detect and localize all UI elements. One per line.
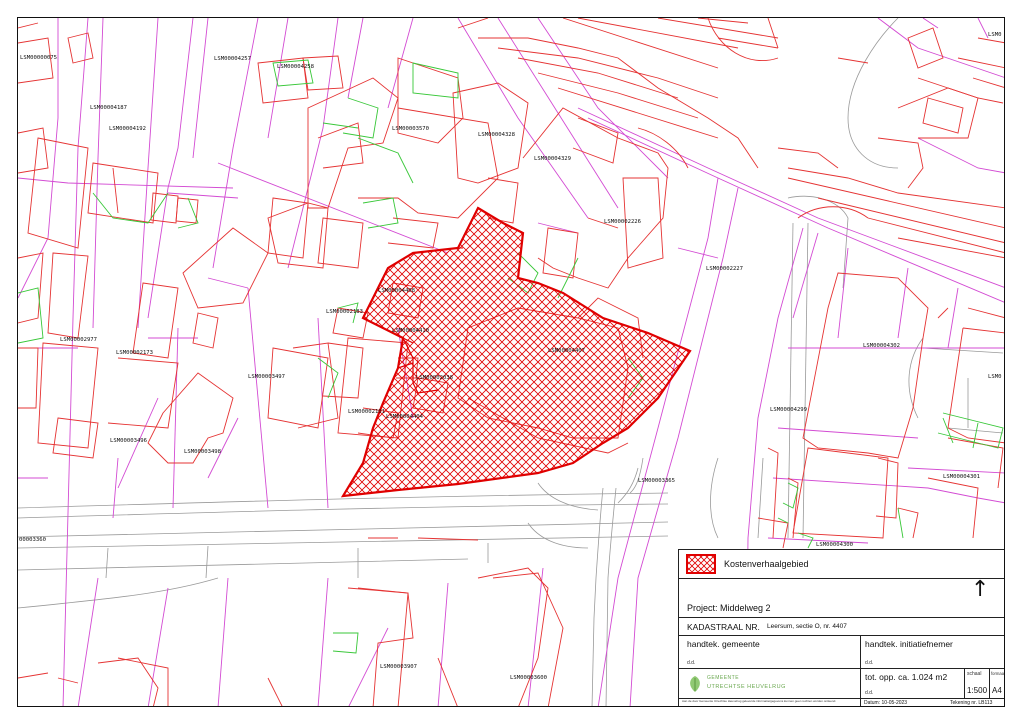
project-row: Project: Middelweg 2 ↑ [679,577,1004,618]
parcel-label[interactable]: LSM00003497 [248,374,285,380]
parcel-label[interactable]: LSM00000075 [20,55,57,61]
parcel-label[interactable]: LSM0 [988,374,1001,380]
disclaimer: Aan de door Gemeente Utrechtse Heuvelrug… [682,699,837,703]
legend-label: Kostenverhaalgebied [724,559,809,569]
parcel-label[interactable]: LSM00004328 [478,132,516,138]
scale-value: 1:500 [967,686,988,695]
drawing-number: Tekening nr. LB113 [950,700,993,706]
parcel-label[interactable]: LSM00004410 [392,328,429,334]
parcel-label[interactable]: LSM00004300 [816,542,853,548]
format-value: A4 [992,686,1002,695]
parcel-label[interactable]: LSM00004329 [534,156,571,162]
sign-initiator-label: handtek. initiatiefnemer [865,639,953,649]
info-row: GEMEENTE UTRECHTSE HEUVELRUG tot. opp. c… [679,669,1005,699]
parcel-label[interactable]: LSM00004299 [770,407,807,413]
title-block: Kostenverhaalgebied Project: Middelweg 2… [678,549,1005,706]
kadastraal-row: KADASTRAAL NR. Leersum, sectie O, nr. 44… [679,618,1004,636]
parcel-label[interactable]: LSM00002101 [348,409,385,415]
parcel-label[interactable]: LSM00003600 [510,675,547,681]
org-name-line1: GEMEENTE [707,675,740,681]
drawing-date: Datum: 10-05-2023 [864,700,908,706]
footer-divider [860,699,861,706]
format-divider [989,669,990,699]
municipality-logo: GEMEENTE UTRECHTSE HEUVELRUG [687,673,857,695]
signatures-row: handtek. gemeente d.d. handtek. initiati… [679,636,1004,669]
sign-municipality-label: handtek. gemeente [687,639,760,649]
leaf-logo-icon [690,676,700,692]
map-frame: LSM00000075 LSM00004257 LSM00004258 LSM0… [17,17,1005,707]
parcel-label[interactable]: LSM0 [988,32,1001,38]
legend-row: Kostenverhaalgebied [679,550,1004,579]
parcel-label[interactable]: LSM00004301 [943,474,980,480]
north-arrow-icon: ↑ [971,577,990,602]
signature-divider [860,636,861,669]
parcel-label[interactable]: LSM00004187 [90,105,127,111]
parcel-label[interactable]: LSM00004258 [277,64,315,70]
project-name: Project: Middelweg 2 [687,603,771,613]
kadastraal-label: KADASTRAAL NR. [687,622,760,632]
area-divider [860,669,861,699]
parcel-label[interactable]: LSM00004408 [378,288,416,294]
footer-row: Aan de door Gemeente Utrechtse Heuvelrug… [679,699,1004,706]
parcel-label[interactable]: LSM00004407 [548,348,585,354]
parcel-label[interactable]: LSM00003365 [638,478,675,484]
kostenverhaalgebied-area[interactable] [340,206,692,498]
parcel-label[interactable]: LSM00003496 [110,438,147,444]
parcel-label[interactable]: LSM00004404 [386,414,424,420]
parcel-label[interactable]: LSM00004192 [109,126,146,132]
parcel-label[interactable]: LSM00003907 [380,664,417,670]
total-area: tot. opp. ca. 1.024 m2 [865,672,948,682]
project-area[interactable] [340,206,692,498]
parcel-label[interactable]: 00003360 [19,537,46,543]
parcel-label[interactable]: LSM00002183 [326,309,363,315]
format-label: formaat [991,671,1005,676]
sign-initiator-date: d.d. [865,660,874,666]
parcel-label[interactable]: LSM00002227 [706,266,743,272]
legend-swatch [686,554,716,574]
map-sheet: LSM00000075 LSM00004257 LSM00004258 LSM0… [0,0,1024,719]
parcel-label[interactable]: LSM00004302 [863,343,900,349]
parcel-label[interactable]: LSM00004257 [214,56,251,62]
parcel-label[interactable]: LSM00003570 [392,126,429,132]
scale-divider [964,669,965,699]
area-date: d.d. [865,690,874,696]
scale-label: schaal [967,671,982,677]
parcel-label[interactable]: LSM00003498 [184,449,222,455]
parcel-label[interactable]: LSM00002038 [416,375,454,381]
parcel-label[interactable]: LSM00002226 [604,219,641,225]
parcel-label[interactable]: LSM00002977 [60,337,97,343]
parcel-label[interactable]: LSM00002173 [116,350,153,356]
sign-municipality-date: d.d. [687,660,696,666]
kadastraal-value: Leersum, sectie O, nr. 4407 [767,623,847,630]
org-name-line2: UTRECHTSE HEUVELRUG [707,684,786,690]
